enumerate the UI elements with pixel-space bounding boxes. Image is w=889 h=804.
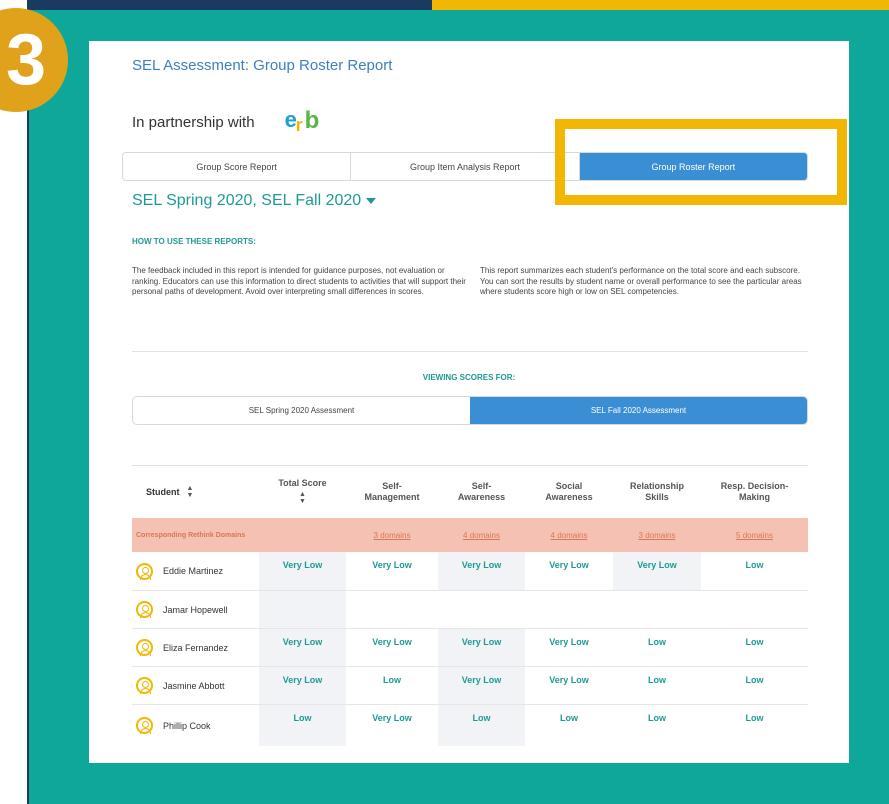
highlight-box <box>555 119 847 205</box>
user-icon <box>136 639 153 656</box>
score-total: Very Low <box>259 552 346 590</box>
howto-right-text: This report summarizes each student's pe… <box>480 266 802 296</box>
assessment-tabs: SEL Spring 2020 Assessment SEL Fall 2020… <box>132 396 808 425</box>
domains-link[interactable]: 3 domains <box>613 531 701 540</box>
domains-label: Corresponding Rethink Domains <box>136 531 246 539</box>
tab-group-item-analysis-report[interactable]: Group Item Analysis Report <box>351 153 580 180</box>
top-accent-bar <box>432 0 889 10</box>
header-social-awareness: Social Awareness <box>545 481 593 502</box>
roster-table: Student ▲ ▼ Total Score ▲ ▼ Self- Manageme… <box>132 465 808 746</box>
score-decision: Low <box>745 675 764 685</box>
score-self-management <box>346 591 438 628</box>
header-total-score[interactable]: Total Score ▲ ▼ <box>259 478 346 506</box>
table-body: Eddie Martinez Very Low Very Low Very Lo… <box>132 552 808 746</box>
score-social-awareness <box>525 591 613 628</box>
score-total: Very Low <box>259 629 346 666</box>
assessment-dropdown[interactable]: SEL Spring 2020, SEL Fall 2020 <box>132 192 377 210</box>
score-social-awareness: Very Low <box>549 637 589 647</box>
table-row[interactable]: Eliza Fernandez Very Low Very Low Very L… <box>132 629 808 667</box>
left-margin <box>0 0 27 804</box>
domains-link[interactable]: 4 domains <box>438 531 525 540</box>
erb-logo: erb <box>284 107 320 135</box>
score-self-management: Low <box>383 675 401 685</box>
score-relationship <box>613 591 701 628</box>
report-card: SEL Assessment: Group Roster Report In p… <box>89 41 849 763</box>
domains-link[interactable]: 5 domains <box>701 531 808 540</box>
caret-down-icon <box>366 198 377 204</box>
table-row[interactable]: Eddie Martinez Very Low Very Low Very Lo… <box>132 552 808 591</box>
score-self-management: Very Low <box>372 637 412 647</box>
domains-link[interactable]: 3 domains <box>346 531 438 540</box>
header-student[interactable]: Student ▲ ▼ <box>132 466 259 518</box>
user-icon <box>136 601 153 618</box>
score-self-awareness <box>438 591 525 628</box>
score-self-management: Very Low <box>372 713 412 723</box>
assessment-dropdown-label: SEL Spring 2020, SEL Fall 2020 <box>132 192 362 209</box>
score-decision: Low <box>745 713 764 723</box>
user-icon <box>136 717 153 734</box>
tab-group-score-report[interactable]: Group Score Report <box>123 153 352 180</box>
sort-icon[interactable]: ▲ ▼ <box>299 491 306 505</box>
howto-heading: HOW TO USE THESE REPORTS: <box>132 237 256 246</box>
score-social-awareness: Very Low <box>549 675 589 685</box>
tab-fall-2020[interactable]: SEL Fall 2020 Assessment <box>470 397 807 424</box>
divider <box>132 351 808 352</box>
report-title: SEL Assessment: Group Roster Report <box>132 57 393 74</box>
table-row[interactable]: Phillip Cook Low Very Low Low Low Low Lo… <box>132 705 808 746</box>
partnership: In partnership with erb <box>132 107 325 135</box>
score-self-management: Very Low <box>372 560 412 570</box>
score-relationship: Low <box>648 637 666 647</box>
score-total <box>259 591 346 628</box>
student-cell[interactable]: Jasmine Abbott <box>132 667 259 704</box>
partner-text: In partnership with <box>132 113 255 131</box>
score-social-awareness: Very Low <box>549 560 589 570</box>
header-self-management: Self- Management <box>364 481 420 502</box>
user-icon <box>136 677 153 694</box>
score-decision: Low <box>745 560 764 570</box>
student-cell[interactable]: Eddie Martinez <box>132 552 259 590</box>
score-total: Very Low <box>259 667 346 704</box>
table-row[interactable]: Jasmine Abbott Very Low Low Very Low Ver… <box>132 667 808 705</box>
score-self-awareness: Very Low <box>438 552 525 590</box>
howto-left-text: The feedback included in this report is … <box>132 266 466 296</box>
student-cell[interactable]: Eliza Fernandez <box>132 629 259 666</box>
tab-spring-2020[interactable]: SEL Spring 2020 Assessment <box>133 397 470 424</box>
score-relationship: Low <box>648 713 666 723</box>
score-decision: Low <box>745 637 764 647</box>
table-header: Student ▲ ▼ Total Score ▲ ▼ Self- Manageme… <box>132 465 808 518</box>
student-cell[interactable]: Jamar Hopewell <box>132 591 259 628</box>
domains-link[interactable]: 4 domains <box>525 531 613 540</box>
user-icon <box>136 562 153 580</box>
sort-icon[interactable]: ▲ ▼ <box>187 485 194 499</box>
domains-row: Corresponding Rethink Domains 3 domains … <box>132 518 808 552</box>
score-total: Low <box>259 705 346 746</box>
score-relationship: Very Low <box>613 552 701 590</box>
student-cell[interactable]: Phillip Cook <box>132 705 259 746</box>
viewing-label: VIEWING SCORES FOR: <box>422 373 516 382</box>
header-self-awareness: Self- Awareness <box>457 481 506 502</box>
score-self-awareness: Very Low <box>438 629 525 666</box>
table-row[interactable]: Jamar Hopewell <box>132 591 808 629</box>
step-number: 3 <box>5 20 46 100</box>
score-social-awareness: Low <box>560 713 578 723</box>
score-self-awareness: Very Low <box>438 667 525 704</box>
score-relationship: Low <box>648 675 666 685</box>
score-decision <box>701 591 808 628</box>
header-relationship-skills: Relationship Skills <box>629 481 684 502</box>
header-decision-making: Resp. Decision- Making <box>720 481 789 502</box>
score-self-awareness: Low <box>438 705 525 746</box>
